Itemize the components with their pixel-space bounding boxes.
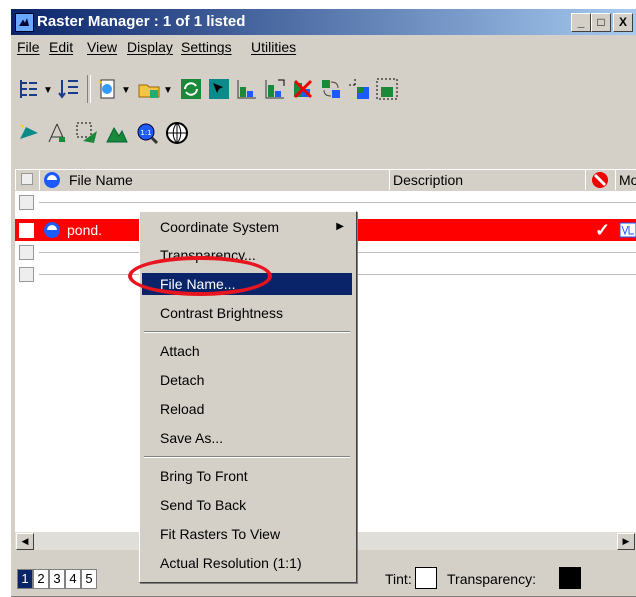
scroll-right-arrow[interactable]: ▶	[617, 533, 635, 550]
menu-item-reload[interactable]: Reload	[142, 398, 352, 420]
edit-raster-icon[interactable]	[75, 121, 99, 145]
view-2-button[interactable]: 2	[33, 569, 49, 589]
menu-utilities[interactable]: Utilities	[251, 39, 296, 55]
maximize-button[interactable]: □	[591, 13, 611, 32]
refresh-icon[interactable]	[179, 77, 203, 101]
menu-item-fit-rasters-to-view[interactable]: Fit Rasters To View	[142, 523, 352, 545]
minimize-button[interactable]: _	[571, 13, 591, 32]
raster-row-icon	[19, 267, 34, 282]
header-mo[interactable]: Mo	[615, 169, 636, 190]
header-description-label: Description	[393, 172, 464, 188]
menu-item-contrast-brightness[interactable]: Contrast Brightness	[142, 302, 352, 324]
attach-icon[interactable]	[17, 121, 41, 145]
tint-swatch[interactable]	[415, 567, 437, 589]
list-row[interactable]	[15, 191, 636, 213]
menu-view[interactable]: View	[87, 39, 117, 55]
raster-row-icon	[19, 245, 34, 260]
raster-row-icon	[19, 223, 34, 238]
mode-icon[interactable]	[619, 222, 636, 238]
menu-settings[interactable]: Settings	[181, 39, 232, 55]
submenu-arrow-icon: ▶	[336, 221, 344, 232]
list-view-icon[interactable]	[57, 77, 81, 101]
menu-bar: File Edit View Display Settings Utilitie…	[11, 37, 636, 57]
header-mo-label: Mo	[619, 172, 636, 188]
view-4-button[interactable]: 4	[65, 569, 81, 589]
menu-item-attach[interactable]: Attach	[142, 340, 352, 362]
view-1-button[interactable]: 1	[17, 569, 33, 589]
menu-item-bring-to-front[interactable]: Bring To Front	[142, 465, 352, 487]
fit-grid-icon[interactable]	[375, 77, 399, 101]
header-file-name[interactable]: File Name	[39, 169, 390, 190]
toolbar-secondary: 1:1	[11, 115, 636, 151]
raster-stack-icon	[21, 173, 33, 185]
tree-view-icon[interactable]	[17, 77, 41, 101]
transparency-label: Transparency:	[447, 571, 536, 587]
open-folder-icon[interactable]	[137, 77, 161, 101]
select-icon[interactable]	[207, 77, 231, 101]
visible-check-icon[interactable]: ✓	[595, 220, 610, 241]
raster-file-name: pond.	[67, 222, 103, 238]
view-5-button[interactable]: 5	[81, 569, 97, 589]
menu-item-save-as[interactable]: Save As...	[142, 427, 352, 449]
tint-label: Tint:	[385, 571, 412, 587]
zoom-1to1-icon[interactable]: 1:1	[135, 121, 159, 145]
menu-item-detach[interactable]: Detach	[142, 369, 352, 391]
view-3-button[interactable]: 3	[49, 569, 65, 589]
list-header: File Name Description Mo	[15, 169, 636, 192]
remove-icon[interactable]	[291, 77, 315, 101]
menu-item-send-to-back[interactable]: Send To Back	[142, 494, 352, 516]
header-description[interactable]: Description	[389, 169, 586, 190]
annotation-ellipse	[128, 256, 272, 296]
file-name-header-icon	[44, 172, 60, 188]
svg-text:1:1: 1:1	[140, 129, 151, 137]
menu-file[interactable]: File	[17, 39, 40, 55]
raster-file-icon	[44, 222, 60, 238]
scroll-left-arrow[interactable]: ◀	[16, 533, 34, 550]
no-display-icon	[592, 172, 608, 188]
header-no-display[interactable]	[585, 169, 616, 190]
title-bar[interactable]: Raster Manager : 1 of 1 listed _ □ X	[11, 9, 636, 35]
move-grid-icon[interactable]	[347, 77, 371, 101]
close-button[interactable]: X	[613, 13, 633, 32]
new-raster-icon[interactable]	[95, 77, 119, 101]
graph-icon[interactable]	[235, 77, 259, 101]
menu-edit[interactable]: Edit	[49, 39, 73, 55]
menu-item-coordinate-system[interactable]: Coordinate System ▶	[142, 216, 352, 238]
globe-icon[interactable]	[165, 121, 189, 145]
window-title: Raster Manager : 1 of 1 listed	[37, 13, 246, 30]
menu-display[interactable]: Display	[127, 39, 173, 55]
graph-export-icon[interactable]	[263, 77, 287, 101]
terrain-icon[interactable]	[105, 121, 129, 145]
menu-item-actual-resolution[interactable]: Actual Resolution (1:1)	[142, 552, 352, 574]
header-file-name-label: File Name	[69, 172, 133, 188]
raster-manager-icon	[15, 13, 34, 32]
transparency-swatch[interactable]	[559, 567, 581, 589]
swap-icon[interactable]	[319, 77, 343, 101]
toolbar-primary: ▼ ▼ ▼	[11, 71, 636, 107]
tilt-icon[interactable]	[45, 121, 69, 145]
header-icon-column[interactable]	[15, 169, 40, 190]
raster-row-icon	[19, 195, 34, 210]
